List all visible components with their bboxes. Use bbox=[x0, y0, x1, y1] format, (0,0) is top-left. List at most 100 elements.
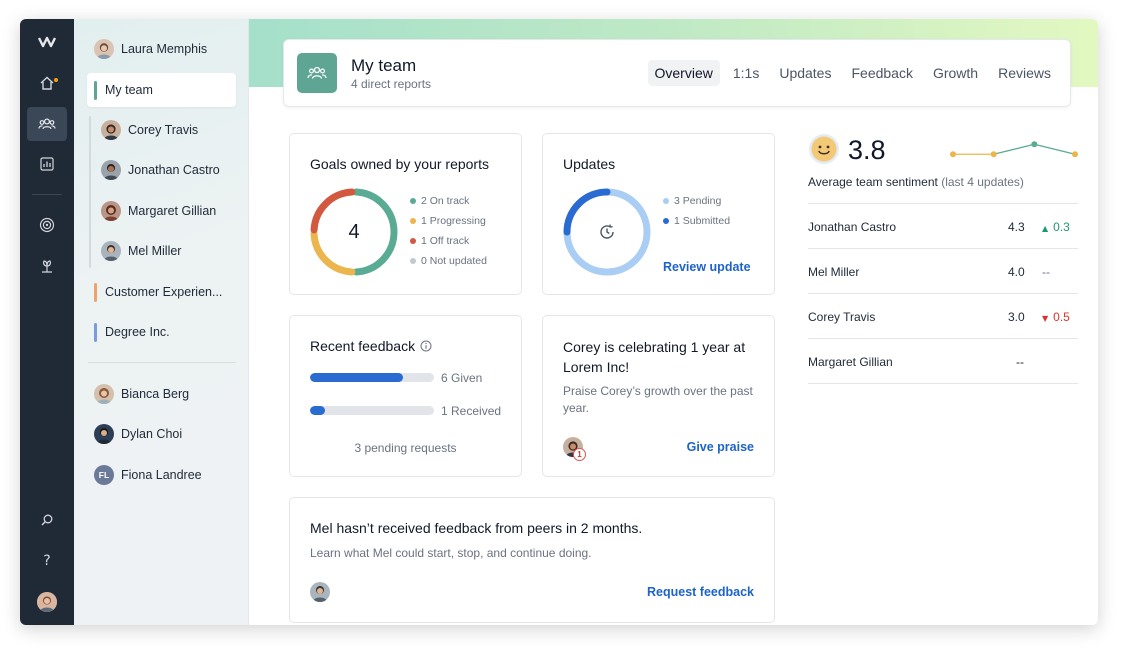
sidebar-item-bianca-berg[interactable]: Bianca Berg bbox=[94, 377, 269, 411]
team-icon[interactable] bbox=[27, 107, 67, 141]
legend-submitted: 1 Submitted bbox=[663, 211, 730, 231]
avatar: FL bbox=[94, 465, 114, 485]
people-sidebar: Laura Memphis My team Corey Travis Jonat… bbox=[74, 19, 249, 625]
sentiment-row-score: 4.3 bbox=[1008, 220, 1025, 234]
feedback-card[interactable]: Recent feedback 6 Given 1 Received 3 pen… bbox=[289, 315, 522, 477]
home-icon[interactable] bbox=[27, 66, 67, 100]
goals-icon[interactable] bbox=[27, 208, 67, 242]
avatar bbox=[101, 160, 121, 180]
rail-divider bbox=[32, 194, 62, 195]
sidebar-divider bbox=[88, 362, 236, 363]
trend-segment bbox=[993, 143, 1035, 155]
sentiment-row[interactable]: Mel Miller 4.0 -- bbox=[808, 248, 1078, 293]
app-window: ? Laura Memphis My team Corey Travis Jon… bbox=[20, 19, 1098, 625]
page-title: My team bbox=[351, 56, 417, 75]
avatar bbox=[94, 384, 114, 404]
legend-not-updated: 0 Not updated bbox=[410, 251, 487, 271]
sentiment-row-name: Margaret Gillian bbox=[808, 355, 893, 369]
update-clock-icon bbox=[561, 186, 653, 278]
main-content: My team 4 direct reports Overview 1:1s U… bbox=[249, 19, 1098, 625]
sidebar-item-label: Mel Miller bbox=[128, 244, 182, 258]
tab-updates[interactable]: Updates bbox=[772, 60, 838, 86]
smiley-icon bbox=[808, 133, 840, 165]
sidebar-item-fiona-landree[interactable]: FL Fiona Landree bbox=[94, 458, 269, 492]
team-avatar-icon bbox=[297, 53, 337, 93]
goals-legend: 2 On track 1 Progressing 1 Off track 0 N… bbox=[410, 191, 487, 271]
updates-card-title: Updates bbox=[563, 156, 616, 172]
help-icon[interactable]: ? bbox=[27, 544, 67, 578]
user-avatar[interactable] bbox=[37, 592, 57, 612]
avatar bbox=[94, 424, 114, 444]
tab-reviews[interactable]: Reviews bbox=[991, 60, 1058, 86]
review-update-link[interactable]: Review update bbox=[663, 260, 751, 274]
tab-growth[interactable]: Growth bbox=[926, 60, 985, 86]
sidebar-item-label: Corey Travis bbox=[128, 123, 199, 137]
group-color-bar bbox=[94, 282, 97, 302]
sidebar-item-dylan-choi[interactable]: Dylan Choi bbox=[94, 417, 269, 451]
sidebar-item-manager[interactable]: Laura Memphis bbox=[94, 32, 269, 66]
anniversary-badge: 1 bbox=[573, 448, 586, 461]
arrow-up-icon: ▲ bbox=[1042, 224, 1049, 233]
logo-icon[interactable] bbox=[27, 25, 67, 59]
sentiment-row-name: Jonathan Castro bbox=[808, 220, 897, 234]
sidebar-item-label: Jonathan Castro bbox=[128, 163, 220, 177]
sidebar-item-my-team[interactable]: My team bbox=[87, 73, 236, 107]
tab-feedback[interactable]: Feedback bbox=[844, 60, 919, 86]
peer-feedback-card[interactable]: Mel hasn’t received feedback from peers … bbox=[289, 497, 775, 623]
icon-rail: ? bbox=[20, 19, 74, 625]
group-color-bar bbox=[94, 322, 97, 342]
goals-card[interactable]: Goals owned by your reports 4 2 On track… bbox=[289, 133, 522, 295]
peer-feedback-title: Mel hasn’t received feedback from peers … bbox=[310, 520, 643, 536]
goals-total: 4 bbox=[348, 220, 360, 243]
search-icon[interactable] bbox=[27, 503, 67, 537]
sentiment-row[interactable]: Margaret Gillian -- bbox=[808, 338, 1078, 383]
received-count: 1 Received bbox=[441, 404, 502, 418]
sentiment-row-delta: -- bbox=[1042, 265, 1050, 279]
sentiment-row-delta: ▲ 0.3 bbox=[1042, 220, 1070, 234]
avatar bbox=[101, 241, 121, 261]
sentiment-row-score: -- bbox=[1016, 355, 1024, 369]
sidebar-item-label: My team bbox=[105, 83, 153, 97]
given-count: 6 Given bbox=[441, 371, 483, 385]
reports-icon[interactable] bbox=[27, 147, 67, 181]
trend-point bbox=[1031, 141, 1038, 148]
celebration-body: Praise Corey’s growth over the past year… bbox=[563, 384, 753, 415]
sentiment-list-end-divider bbox=[808, 383, 1078, 384]
sentiment-trend-chart bbox=[950, 141, 1078, 158]
sentiment-score: 3.8 bbox=[848, 135, 886, 165]
sidebar-item-customer-experience[interactable]: Customer Experien... bbox=[94, 275, 269, 309]
sentiment-row[interactable]: Corey Travis 3.0 ▼ 0.5 bbox=[808, 293, 1078, 338]
legend-pending: 3 Pending bbox=[663, 191, 730, 211]
tree-line bbox=[89, 116, 91, 268]
sidebar-item-label: Margaret Gillian bbox=[128, 204, 217, 218]
growth-icon[interactable] bbox=[27, 249, 67, 283]
legend-off-track: 1 Off track bbox=[410, 231, 487, 251]
updates-card[interactable]: Updates 3 Pending 1 Submitted Review upd… bbox=[542, 133, 775, 295]
sidebar-item-label: Bianca Berg bbox=[121, 387, 190, 401]
received-progress-bar bbox=[310, 406, 434, 415]
trend-point bbox=[950, 151, 956, 158]
arrow-down-icon: ▼ bbox=[1042, 314, 1049, 323]
info-icon bbox=[420, 340, 432, 352]
legend-on-track: 2 On track bbox=[410, 191, 487, 211]
give-praise-link[interactable]: Give praise bbox=[687, 440, 754, 454]
updates-legend: 3 Pending 1 Submitted bbox=[663, 191, 730, 231]
sentiment-row-name: Mel Miller bbox=[808, 265, 860, 279]
sentiment-row[interactable]: Jonathan Castro 4.3 ▲ 0.3 bbox=[808, 203, 1078, 248]
tab-1on1s[interactable]: 1:1s bbox=[726, 60, 766, 86]
sentiment-row-delta: ▼ 0.5 bbox=[1042, 310, 1070, 324]
pending-requests[interactable]: 3 pending requests bbox=[290, 441, 521, 455]
tab-bar: Overview 1:1s Updates Feedback Growth Re… bbox=[642, 60, 1059, 86]
avatar bbox=[310, 582, 330, 602]
sidebar-item-degree-inc[interactable]: Degree Inc. bbox=[94, 315, 269, 349]
feedback-card-title: Recent feedback bbox=[310, 338, 432, 354]
selected-indicator bbox=[94, 80, 97, 100]
tab-overview[interactable]: Overview bbox=[647, 60, 720, 86]
avatar bbox=[94, 39, 114, 59]
given-progress-bar bbox=[310, 373, 434, 382]
trend-point bbox=[1072, 151, 1078, 158]
avatar bbox=[101, 120, 121, 140]
request-feedback-link[interactable]: Request feedback bbox=[647, 585, 754, 599]
notification-dot bbox=[54, 78, 58, 82]
celebration-card[interactable]: Corey is celebrating 1 year at Lorem Inc… bbox=[542, 315, 775, 477]
